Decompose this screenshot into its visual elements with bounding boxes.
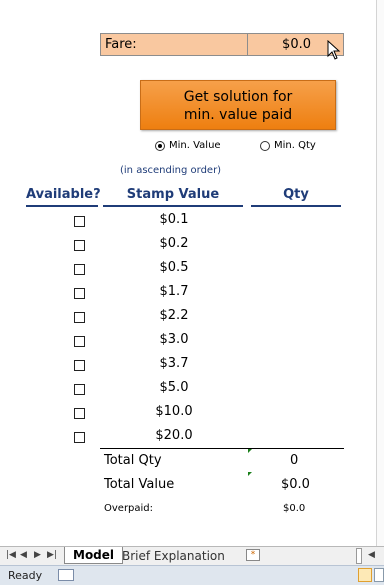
comment-indicator [248, 449, 252, 453]
stamp-value: $1.7 [159, 284, 189, 299]
vertical-scrollbar[interactable] [376, 0, 384, 546]
min-qty-label: Min. Qty [274, 140, 316, 151]
mouse-pointer-icon [327, 40, 341, 60]
available-checkbox[interactable] [74, 408, 85, 419]
prev-sheet-icon[interactable]: ◀ [20, 550, 27, 560]
available-checkbox[interactable] [74, 216, 85, 227]
min-value-radio[interactable] [155, 141, 165, 151]
first-sheet-icon[interactable]: |◀ [6, 550, 16, 560]
stamp-value: $10.0 [155, 404, 193, 419]
available-checkbox[interactable] [74, 240, 85, 251]
last-sheet-icon[interactable]: ▶| [47, 550, 57, 560]
tab-brief-explanation[interactable]: Brief Explanation [122, 549, 225, 563]
available-checkbox[interactable] [74, 432, 85, 443]
available-checkbox[interactable] [74, 384, 85, 395]
insert-sheet-icon[interactable]: * [246, 549, 260, 561]
qty-header: Qty [251, 186, 341, 207]
stamp-value: $20.0 [155, 428, 193, 443]
stamp-value: $0.2 [159, 236, 189, 251]
stamp-value: $0.1 [159, 212, 189, 227]
macro-record-icon[interactable] [58, 569, 74, 581]
cell-divider [247, 34, 248, 55]
status-bar: Ready [0, 565, 384, 585]
available-header: Available? [26, 186, 101, 207]
overpaid-label: Overpaid: [104, 503, 154, 514]
available-checkbox[interactable] [74, 288, 85, 299]
order-note: (in ascending order) [120, 165, 222, 176]
available-checkbox[interactable] [74, 312, 85, 323]
stamp-value: $3.0 [159, 332, 189, 347]
stamp-value-header: Stamp Value [103, 186, 243, 207]
stamp-value: $3.7 [159, 356, 189, 371]
scroll-left-icon[interactable]: ◀ [368, 550, 375, 560]
available-checkbox[interactable] [74, 336, 85, 347]
min-value-label: Min. Value [169, 140, 221, 151]
fare-value-input[interactable]: $0.0 [282, 37, 311, 52]
total-qty-label: Total Qty [104, 453, 162, 468]
next-sheet-icon[interactable]: ▶ [34, 550, 41, 560]
stamp-value: $5.0 [159, 380, 189, 395]
get-solution-button-line2: min. value paid [183, 107, 293, 123]
fare-label: Fare: [105, 37, 137, 52]
available-checkbox[interactable] [74, 264, 85, 275]
get-solution-button-line1: Get solution for [183, 89, 293, 105]
get-solution-button[interactable]: Get solution for min. value paid [140, 80, 336, 130]
tab-model[interactable]: Model [64, 547, 124, 564]
normal-view-icon[interactable] [358, 568, 372, 582]
page-layout-view-icon[interactable] [374, 568, 384, 582]
stamp-value: $2.2 [159, 308, 189, 323]
min-qty-radio[interactable] [260, 141, 270, 151]
status-ready-text: Ready [8, 569, 43, 582]
total-value-value: $0.0 [281, 477, 310, 492]
stamp-value: $0.5 [159, 260, 189, 275]
total-value-label: Total Value [104, 477, 175, 492]
total-qty-value: 0 [290, 453, 299, 468]
fare-cell-group[interactable]: Fare: $0.0 [100, 33, 344, 56]
available-checkbox[interactable] [74, 360, 85, 371]
comment-indicator [248, 472, 252, 476]
totals-divider [100, 448, 344, 449]
sheet-tab-bar: |◀ ◀ ▶ ▶| Model Brief Explanation * ◀ [0, 546, 384, 566]
overpaid-value: $0.0 [283, 503, 306, 514]
tab-split-handle[interactable] [356, 548, 362, 564]
